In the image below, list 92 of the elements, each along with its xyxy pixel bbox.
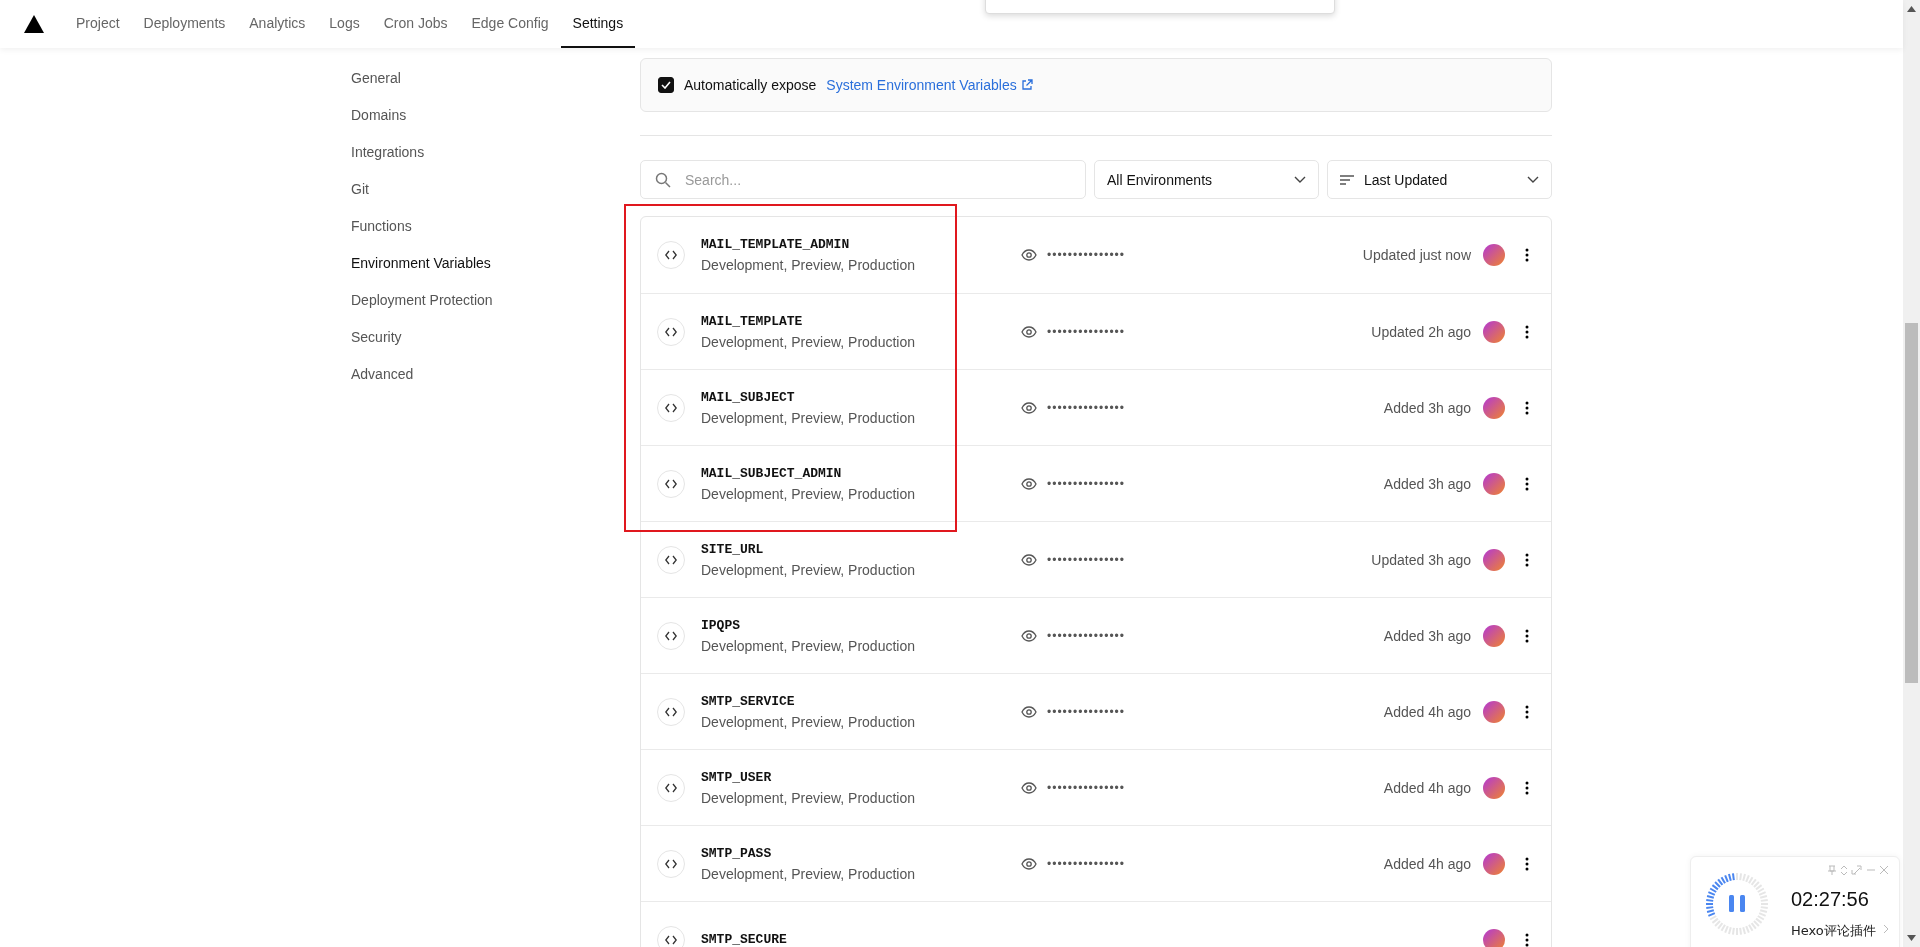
nav-tab[interactable]: Project: [64, 0, 132, 48]
hidden-value: •••••••••••••••: [1047, 856, 1126, 871]
eye-icon[interactable]: [1021, 857, 1037, 870]
updated-time: Added 3h ago: [1383, 475, 1471, 492]
updated-time: Updated just now: [1362, 247, 1471, 263]
variable-name: SITE_URL: [701, 541, 765, 557]
hidden-value: •••••••••••••••: [1047, 324, 1126, 339]
checkbox[interactable]: [658, 77, 674, 93]
avatar: [1483, 472, 1505, 495]
variable-name: MAIL_SUBJECT: [701, 389, 796, 405]
sidebar-item[interactable]: Functions: [351, 218, 640, 234]
chevron-down-icon: [1527, 175, 1539, 184]
avatar: [1483, 396, 1505, 419]
scroll-down-icon[interactable]: [1907, 935, 1916, 941]
variable-environments: Development, Preview, Production: [701, 485, 916, 502]
variable-environments: Development, Preview, Production: [701, 713, 916, 730]
environment-dropdown[interactable]: All Environments: [1094, 160, 1319, 199]
sidebar-item[interactable]: Advanced: [351, 366, 640, 382]
eye-icon[interactable]: [1021, 781, 1037, 794]
system-env-vars-link[interactable]: System Environment Variables: [826, 77, 1033, 93]
updated-time: Added 4h ago: [1383, 855, 1471, 872]
variable-environments: Development, Preview, Production: [701, 865, 916, 882]
eye-icon[interactable]: [1021, 705, 1037, 718]
hidden-value: •••••••••••••••: [1047, 780, 1126, 795]
eye-icon[interactable]: [1021, 249, 1037, 261]
variable-name: MAIL_TEMPLATE: [701, 313, 804, 329]
hidden-value: •••••••••••••••: [1047, 476, 1126, 491]
sidebar-item[interactable]: Environment Variables: [351, 255, 640, 271]
hidden-value: •••••••••••••••: [1047, 552, 1126, 567]
updated-time: Added 3h ago: [1383, 627, 1471, 644]
updated-time: Updated 3h ago: [1371, 551, 1471, 568]
sidebar-item[interactable]: Deployment Protection: [351, 292, 640, 308]
nav-tab[interactable]: Cron Jobs: [371, 0, 460, 48]
updated-time: Added 4h ago: [1383, 779, 1471, 796]
variable-name: IPQPS: [701, 617, 741, 633]
variable-environments: Development, Preview, Production: [701, 409, 916, 426]
avatar: [1483, 320, 1505, 343]
timer-label[interactable]: Hexo评论插件: [1791, 922, 1876, 940]
triangle-logo-icon[interactable]: [24, 15, 44, 33]
hidden-value: •••••••••••••••: [1047, 248, 1126, 262]
variable-name: SMTP_PASS: [701, 845, 773, 861]
nav-tab[interactable]: Settings: [560, 0, 636, 48]
eye-icon[interactable]: [1021, 325, 1037, 338]
search-field[interactable]: Search...: [640, 160, 1086, 199]
eye-icon[interactable]: [1021, 477, 1037, 490]
variable-name: MAIL_SUBJECT_ADMIN: [701, 465, 843, 481]
avatar: [1483, 700, 1505, 723]
nav-tab[interactable]: Edge Config: [459, 0, 561, 48]
variable-name: SMTP_SERVICE: [701, 693, 796, 709]
external-link-icon: [1020, 79, 1033, 91]
sort-dropdown[interactable]: Last Updated: [1327, 160, 1552, 199]
nav-tab[interactable]: Deployments: [131, 0, 238, 48]
search-icon: [655, 171, 671, 188]
nav-tab[interactable]: Analytics: [237, 0, 318, 48]
sort-lines-icon: [1340, 174, 1354, 185]
avatar: [1483, 852, 1505, 875]
scrollbar[interactable]: [1903, 0, 1920, 947]
updated-time: Updated 2h ago: [1371, 323, 1471, 340]
eye-icon[interactable]: [1021, 629, 1037, 642]
eye-icon[interactable]: [1021, 401, 1037, 414]
variable-name: SMTP_SECURE: [701, 932, 788, 947]
variable-environments: Development, Preview, Production: [701, 257, 916, 273]
sidebar-item[interactable]: General: [351, 70, 640, 86]
sidebar-item[interactable]: Security: [351, 329, 640, 345]
checkbox-label: Automatically expose: [684, 77, 817, 93]
hidden-value: •••••••••••••••: [1047, 628, 1126, 643]
avatar: [1483, 548, 1505, 571]
sidebar-item[interactable]: Integrations: [351, 144, 640, 160]
avatar: [1483, 244, 1505, 266]
timer-ring-drawing: [1705, 872, 1769, 936]
eye-icon[interactable]: [1021, 553, 1037, 566]
hidden-value: •••••••••••••••: [1047, 704, 1126, 719]
variable-environments: Development, Preview, Production: [701, 637, 916, 654]
avatar: [1483, 776, 1505, 799]
sidebar-item[interactable]: Domains: [351, 107, 640, 123]
nav-tab[interactable]: Logs: [317, 0, 372, 48]
variable-name: MAIL_TEMPLATE_ADMIN: [701, 237, 851, 252]
hidden-value: •••••••••••••••: [1047, 400, 1126, 415]
chevron-down-icon: [1294, 175, 1306, 184]
search-input[interactable]: Search...: [683, 170, 1071, 189]
variable-environments: Development, Preview, Production: [701, 561, 916, 578]
variable-environments: Development, Preview, Production: [701, 333, 916, 350]
scroll-up-icon[interactable]: [1907, 6, 1916, 12]
timer-time: 02:27:56: [1791, 888, 1869, 911]
sidebar-item[interactable]: Git: [351, 181, 640, 197]
updated-time: Added 4h ago: [1383, 703, 1471, 720]
avatar: [1483, 624, 1505, 647]
avatar: [1483, 928, 1505, 947]
variable-name: SMTP_USER: [701, 769, 773, 785]
updated-time: Added 3h ago: [1383, 399, 1471, 416]
variable-environments: Development, Preview, Production: [701, 789, 916, 806]
checkmark-icon: [661, 81, 671, 89]
